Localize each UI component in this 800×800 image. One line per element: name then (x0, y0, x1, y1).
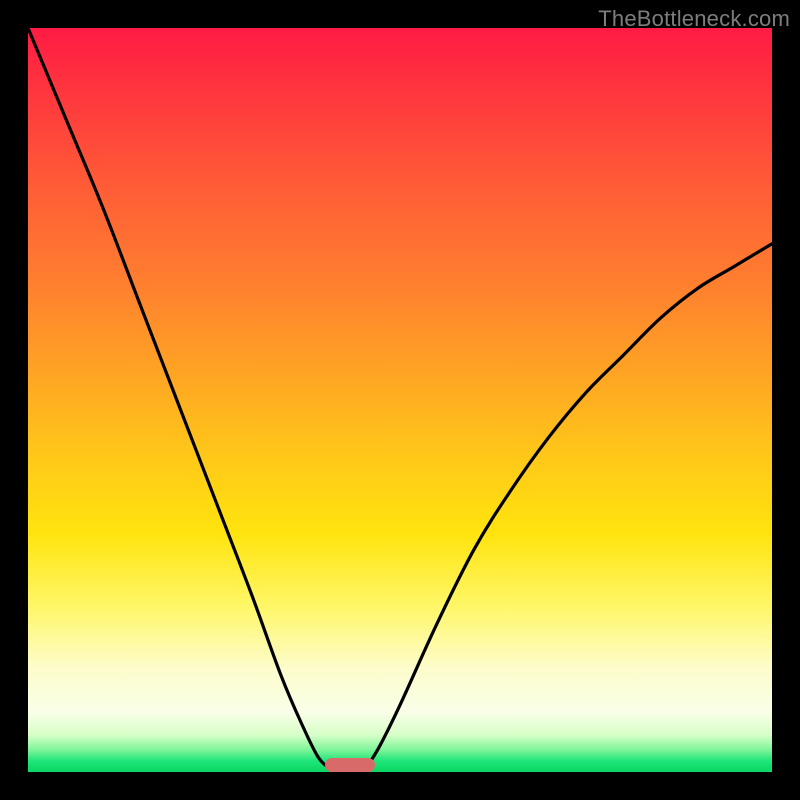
chart-frame: TheBottleneck.com (0, 0, 800, 800)
watermark-text: TheBottleneck.com (598, 6, 790, 32)
right-curve (363, 244, 772, 772)
left-curve (28, 28, 337, 772)
chart-plot-area (28, 28, 772, 772)
bottleneck-marker (325, 758, 375, 772)
curves-layer (28, 28, 772, 772)
